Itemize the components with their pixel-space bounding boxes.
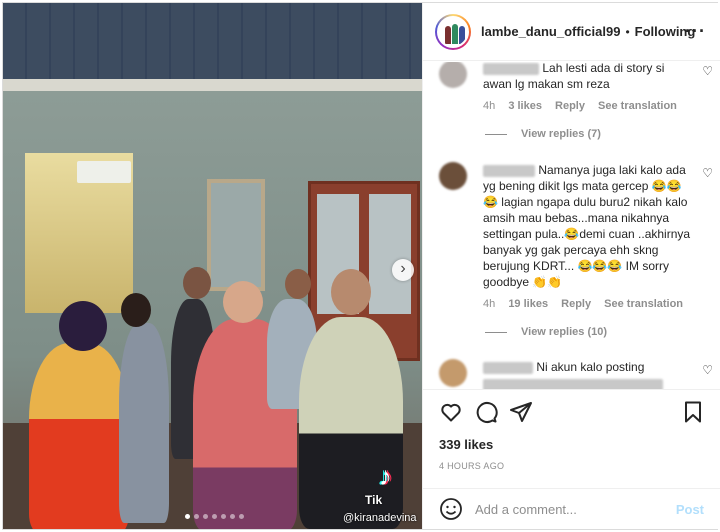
commenter-username[interactable] xyxy=(483,62,539,75)
carousel-dots xyxy=(185,514,244,519)
comment-text-overflow xyxy=(483,379,663,389)
commenter-avatar[interactable] xyxy=(439,162,467,190)
comment-time: 4h xyxy=(483,100,496,112)
post-media[interactable]: › ♪ Tik @kiranadevina xyxy=(3,3,422,529)
save-bookmark-icon[interactable] xyxy=(681,400,705,424)
like-comment-icon[interactable]: ♡ xyxy=(702,166,713,180)
scene-air-conditioner xyxy=(77,161,131,183)
dancer-1-head xyxy=(59,301,107,351)
comment-text: Ni akun kalo posting xyxy=(536,360,645,374)
carousel-dot xyxy=(239,514,244,519)
dancer-6-head xyxy=(331,269,371,315)
comment-time: 4h xyxy=(483,298,496,310)
reply-button[interactable]: Reply xyxy=(561,298,591,310)
share-icon[interactable] xyxy=(509,400,533,424)
comment-likes[interactable]: 3 likes xyxy=(508,100,542,112)
next-slide-button[interactable]: › xyxy=(392,259,414,281)
dancer-2-head xyxy=(121,293,151,327)
commenter-username[interactable] xyxy=(483,361,533,374)
dancer-5-head xyxy=(285,269,311,299)
comments-list[interactable]: Lah lesti ada di story si awan lg makan … xyxy=(423,62,720,389)
emoji-icon[interactable] xyxy=(439,497,463,521)
action-bar xyxy=(423,389,720,431)
carousel-dot xyxy=(212,514,217,519)
more-options-icon[interactable]: ··· xyxy=(685,21,706,42)
dancer-2 xyxy=(119,323,169,523)
carousel-dot xyxy=(185,514,190,519)
reply-button[interactable]: Reply xyxy=(555,100,585,112)
username-link[interactable]: lambe_danu_official99 xyxy=(481,24,620,39)
comment-meta: 4h 3 likes Reply See translation xyxy=(483,98,693,114)
dancer-6 xyxy=(299,317,403,529)
view-replies-button[interactable]: View replies (7) xyxy=(485,128,601,140)
like-comment-icon[interactable]: ♡ xyxy=(702,363,713,377)
carousel-dot xyxy=(230,514,235,519)
profile-avatar[interactable] xyxy=(435,13,471,50)
post-comment-button[interactable]: Post xyxy=(676,502,704,517)
dancer-4-head xyxy=(223,281,263,323)
comment-meta: 4h 19 likes Reply See translation xyxy=(483,296,693,312)
dancer-1 xyxy=(29,343,129,529)
carousel-dot xyxy=(203,514,208,519)
comment-likes[interactable]: 19 likes xyxy=(508,298,548,310)
view-replies-label: View replies (10) xyxy=(521,326,608,338)
see-translation-button[interactable]: See translation xyxy=(604,298,683,310)
comment-text: Namanya juga laki kalo ada yg bening dik… xyxy=(483,163,691,289)
comment-body: Ni akun kalo posting xyxy=(483,359,693,389)
comment-body: Namanya juga laki kalo ada yg bening dik… xyxy=(483,162,693,312)
comment-body: Lah lesti ada di story si awan lg makan … xyxy=(483,62,693,114)
comment-icon[interactable] xyxy=(474,400,498,424)
post-dialog: › ♪ Tik @kiranadevina lambe_danu_officia… xyxy=(2,2,720,530)
post-header: lambe_danu_official99 • Following ··· xyxy=(423,3,720,61)
tiktok-text: Tik xyxy=(365,493,383,507)
post-timestamp[interactable]: 4 HOURS AGO xyxy=(439,461,504,471)
comment-input[interactable] xyxy=(475,501,665,517)
commenter-avatar[interactable] xyxy=(439,359,467,387)
like-comment-icon[interactable]: ♡ xyxy=(702,64,713,78)
view-replies-label: View replies (7) xyxy=(521,128,601,140)
add-comment-bar: Post xyxy=(423,488,720,529)
comment-item: Namanya juga laki kalo ada yg bening dik… xyxy=(439,162,713,322)
comment-item: Ni akun kalo posting ♡ xyxy=(439,359,713,389)
dancer-3-head xyxy=(183,267,211,299)
carousel-dot xyxy=(221,514,226,519)
view-replies-button[interactable]: View replies (10) xyxy=(485,326,607,338)
scene-window xyxy=(207,179,265,291)
post-side-panel: lambe_danu_official99 • Following ··· La… xyxy=(422,3,720,529)
scene-beam xyxy=(3,79,422,91)
tiktok-icon: ♪ xyxy=(379,461,392,491)
carousel-dot xyxy=(194,514,199,519)
scene-ceiling xyxy=(3,3,422,83)
likes-count[interactable]: 339 likes xyxy=(439,437,493,452)
media-watermark: @kiranadevina xyxy=(343,512,417,524)
commenter-avatar[interactable] xyxy=(439,62,467,88)
see-translation-button[interactable]: See translation xyxy=(598,100,677,112)
header-separator: • xyxy=(625,24,630,39)
like-heart-icon[interactable] xyxy=(439,400,463,424)
commenter-username[interactable] xyxy=(483,164,535,177)
